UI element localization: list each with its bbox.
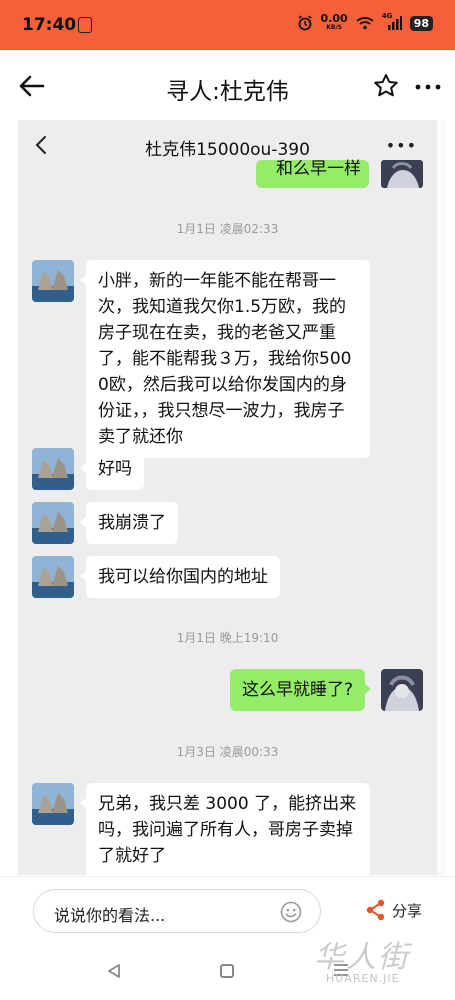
chat-contact-title: 杜克伟15000ou-390 [145,140,310,160]
star-icon[interactable] [372,72,400,100]
message-bubble-incoming: 我可以给你国内的地址 [80,556,280,598]
contact-avatar [32,783,74,825]
message-bubble-incoming: 兄弟，我只差 3000 了，能挤出来吗，我问遍了所有人，哥房子卖掉了就好了 [80,783,370,875]
wifi-icon [356,17,374,30]
site-watermark: 华人街 HUAREN.JIE [308,932,448,994]
own-avatar [381,669,423,711]
cell-signal-icon: 4G [382,12,402,30]
share-button[interactable]: 分享 [366,899,422,921]
message-bubble-outgoing: 这么早就睡了? [230,669,372,711]
timestamp: 1月1日 凌晨02:33 [176,222,279,236]
status-bar: 17:40 0.00 KB/S 4G 98 [0,0,455,50]
status-right-cluster: 0.00 KB/S 4G 98 [297,12,433,32]
message-bubble-incoming: 好吗 [80,448,144,490]
title-bar: 寻人:杜克伟 [0,50,455,122]
message-bubble-incoming: 小胖，新的一年能不能在帮哥一次，我知道我欠你1.5万欧，我的房子现在在卖，我的老… [80,260,370,458]
comment-input[interactable]: 说说你的看法... [33,889,321,933]
contact-avatar [32,260,74,302]
share-label: 分享 [392,901,423,920]
timestamp: 1月3日 凌晨00:33 [176,745,279,759]
contact-avatar [32,556,74,598]
message-bubble-incoming: 我崩溃了 [80,502,178,544]
notification-icon [78,17,92,33]
share-icon [366,899,385,921]
nav-back-icon[interactable] [106,963,122,979]
comment-placeholder: 说说你的看法... [54,906,166,925]
chat-more-icon: ••• [385,136,417,155]
status-time: 17:40 [22,15,77,35]
own-avatar-partial [381,160,423,188]
chat-screenshot: 杜克伟15000ou-390 ••• 和么早一样 1月1日 凌晨02:33 小胖… [18,120,437,875]
outgoing-bubble-partial: 和么早一样 [256,159,369,188]
alarm-icon [298,15,312,31]
chat-header: 杜克伟15000ou-390 ••• [18,120,437,170]
contact-avatar [32,502,74,544]
scroll-track [437,120,445,875]
nav-home-icon[interactable] [220,964,234,978]
more-icon[interactable] [414,83,442,91]
emoji-icon[interactable] [280,901,302,923]
watermark-sub: HUAREN.JIE [326,972,400,985]
watermark-main: 华人街 [314,940,410,975]
timestamp: 1月1日 晚上19:10 [176,631,279,645]
net-speed: 0.00 KB/S [320,12,348,31]
contact-avatar [32,448,74,490]
battery-indicator: 98 [409,15,433,31]
